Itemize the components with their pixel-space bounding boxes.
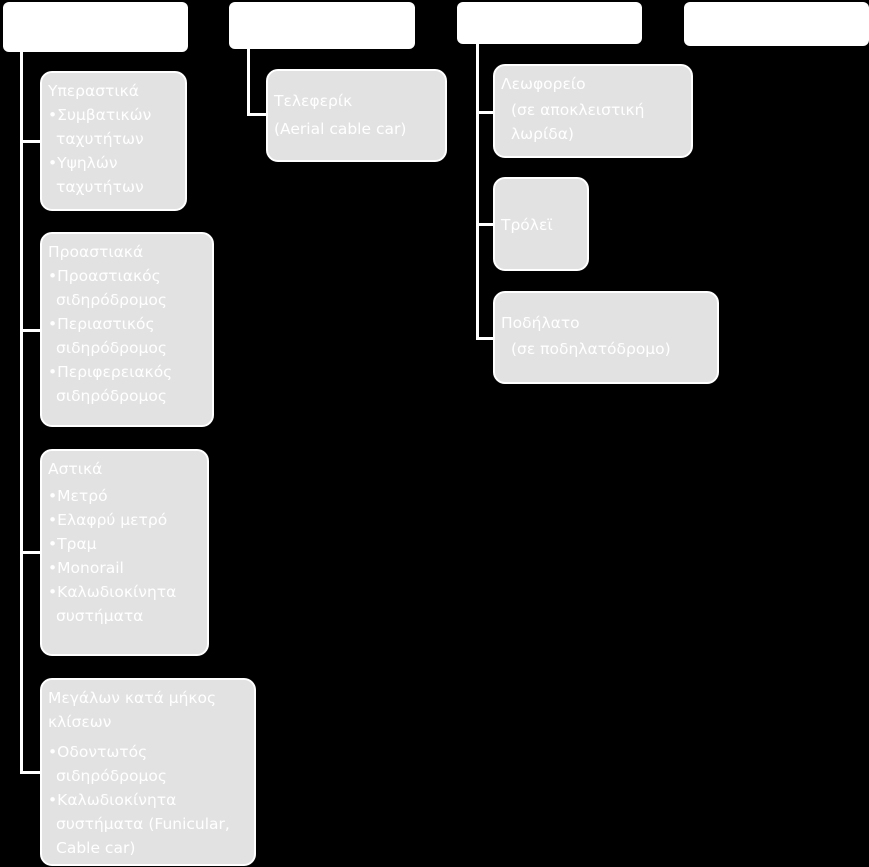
list-item: •Ελαφρύ μετρό [48, 511, 168, 529]
list-item: •Περιαστικός σιδηρόδρομος [48, 315, 167, 357]
column-header-3 [457, 2, 642, 44]
connector-line [20, 140, 42, 143]
box-title: Προαστιακά [48, 243, 144, 261]
box-title: Μεγάλων κατά μήκος κλίσεων [48, 689, 217, 731]
connector-line [20, 551, 42, 554]
box-aerial-cable-car: Τελεφερίκ (Aerial cable car) [266, 69, 447, 162]
box-title: Τελεφερίκ [274, 92, 353, 110]
box-intercity: Υπεραστικά •Συμβατικών ταχυτήτων •Υψηλών… [40, 71, 187, 211]
box-trolley: Τρόλεϊ [493, 177, 589, 271]
box-subtitle: (σε ποδηλατόδρομο) [511, 340, 671, 358]
column-header-1 [3, 2, 188, 52]
connector-line [20, 52, 23, 774]
list-item: •Μετρό [48, 487, 108, 505]
list-item: •Προαστιακός σιδηρόδρομος [48, 267, 167, 309]
box-bus: Λεωφορείο (σε αποκλειστική λωρίδα) [493, 64, 693, 158]
box-subtitle: (Aerial cable car) [274, 120, 407, 138]
box-title: Λεωφορείο [501, 75, 586, 93]
connector-line [20, 329, 42, 332]
connector-line [476, 44, 479, 340]
box-title: Ποδήλατο [501, 314, 580, 332]
connector-line [20, 771, 42, 774]
box-urban: Αστικά •Μετρό •Ελαφρύ μετρό •Τραμ •Monor… [40, 449, 209, 656]
list-item: •Τραμ [48, 535, 97, 553]
list-item: •Οδοντωτός σιδηρόδρομος [48, 743, 167, 785]
list-item: •Περιφερειακός σιδηρόδρομος [48, 363, 173, 405]
box-title: Τρόλεϊ [501, 216, 553, 234]
box-title: Αστικά [48, 460, 103, 478]
connector-line [247, 49, 250, 115]
column-header-4 [684, 2, 869, 46]
list-item: •Καλωδιοκίνητα συστήματα (Funicular, Cab… [48, 791, 230, 857]
list-item: •Καλωδιοκίνητα συστήματα [48, 583, 177, 625]
box-steep-gradient: Μεγάλων κατά μήκος κλίσεων •Οδοντωτός σι… [40, 678, 256, 866]
list-item: •Monorail [48, 559, 124, 577]
box-suburban: Προαστιακά •Προαστιακός σιδηρόδρομος •Πε… [40, 232, 214, 427]
transport-modes-diagram: Υπεραστικά •Συμβατικών ταχυτήτων •Υψηλών… [0, 0, 869, 867]
box-title: Υπεραστικά [48, 82, 139, 100]
list-item: •Συμβατικών ταχυτήτων [48, 106, 152, 148]
list-item: •Υψηλών ταχυτήτων [48, 154, 144, 196]
column-header-2 [229, 2, 415, 49]
box-subtitle: (σε αποκλειστική λωρίδα) [511, 101, 645, 143]
box-bicycle: Ποδήλατο (σε ποδηλατόδρομο) [493, 291, 719, 384]
